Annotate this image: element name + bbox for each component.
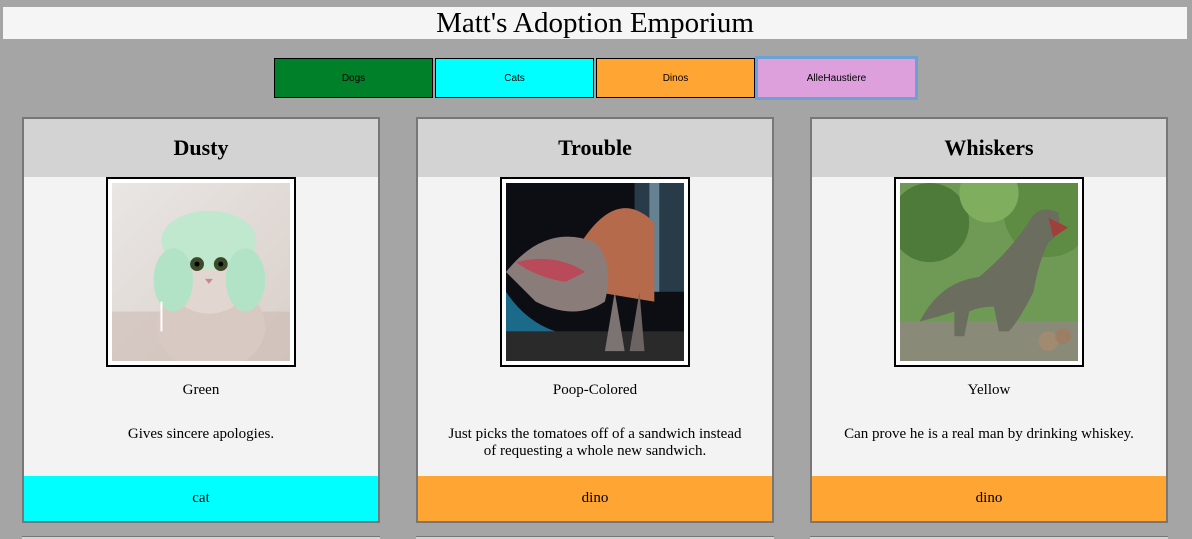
pet-name: Whiskers bbox=[812, 119, 1166, 177]
pet-photo-dino bbox=[506, 183, 684, 361]
filter-all-pets-button[interactable]: AlleHaustiere bbox=[755, 56, 918, 100]
pet-photo-dino bbox=[900, 183, 1078, 361]
pet-description: Gives sincere apologies. bbox=[127, 426, 275, 442]
pet-photo-frame bbox=[894, 177, 1084, 367]
pet-photo-frame bbox=[500, 177, 690, 367]
pet-name: Trouble bbox=[418, 119, 772, 177]
pet-description: Can prove he is a real man by drinking w… bbox=[844, 426, 1134, 442]
pet-color: Yellow bbox=[967, 382, 1011, 398]
pet-color: Green bbox=[182, 382, 220, 398]
pet-name: Dusty bbox=[24, 119, 378, 177]
pet-type-label: cat bbox=[24, 476, 378, 521]
pet-card: Dusty Green Gives sincere apologies. cat bbox=[22, 117, 380, 523]
pet-type-label: dino bbox=[812, 476, 1166, 521]
pet-card: Trouble Poop-Colored Just picks the toma… bbox=[416, 117, 774, 523]
filter-cats-button[interactable]: Cats bbox=[435, 58, 594, 98]
page-title: Matt's Adoption Emporium bbox=[3, 7, 1187, 39]
filter-dinos-button[interactable]: Dinos bbox=[596, 58, 755, 98]
pet-type-label: dino bbox=[418, 476, 772, 521]
pet-card: Whiskers Yellow Can prove he is a real m… bbox=[810, 117, 1168, 523]
filter-dogs-button[interactable]: Dogs bbox=[274, 58, 433, 98]
pet-color: Poop-Colored bbox=[552, 382, 638, 398]
pet-description: Just picks the tomatoes off of a sandwic… bbox=[448, 426, 742, 459]
filter-button-group: Dogs Cats Dinos AlleHaustiere bbox=[274, 56, 918, 100]
pet-photo-cat bbox=[112, 183, 290, 361]
pet-photo-frame bbox=[106, 177, 296, 367]
